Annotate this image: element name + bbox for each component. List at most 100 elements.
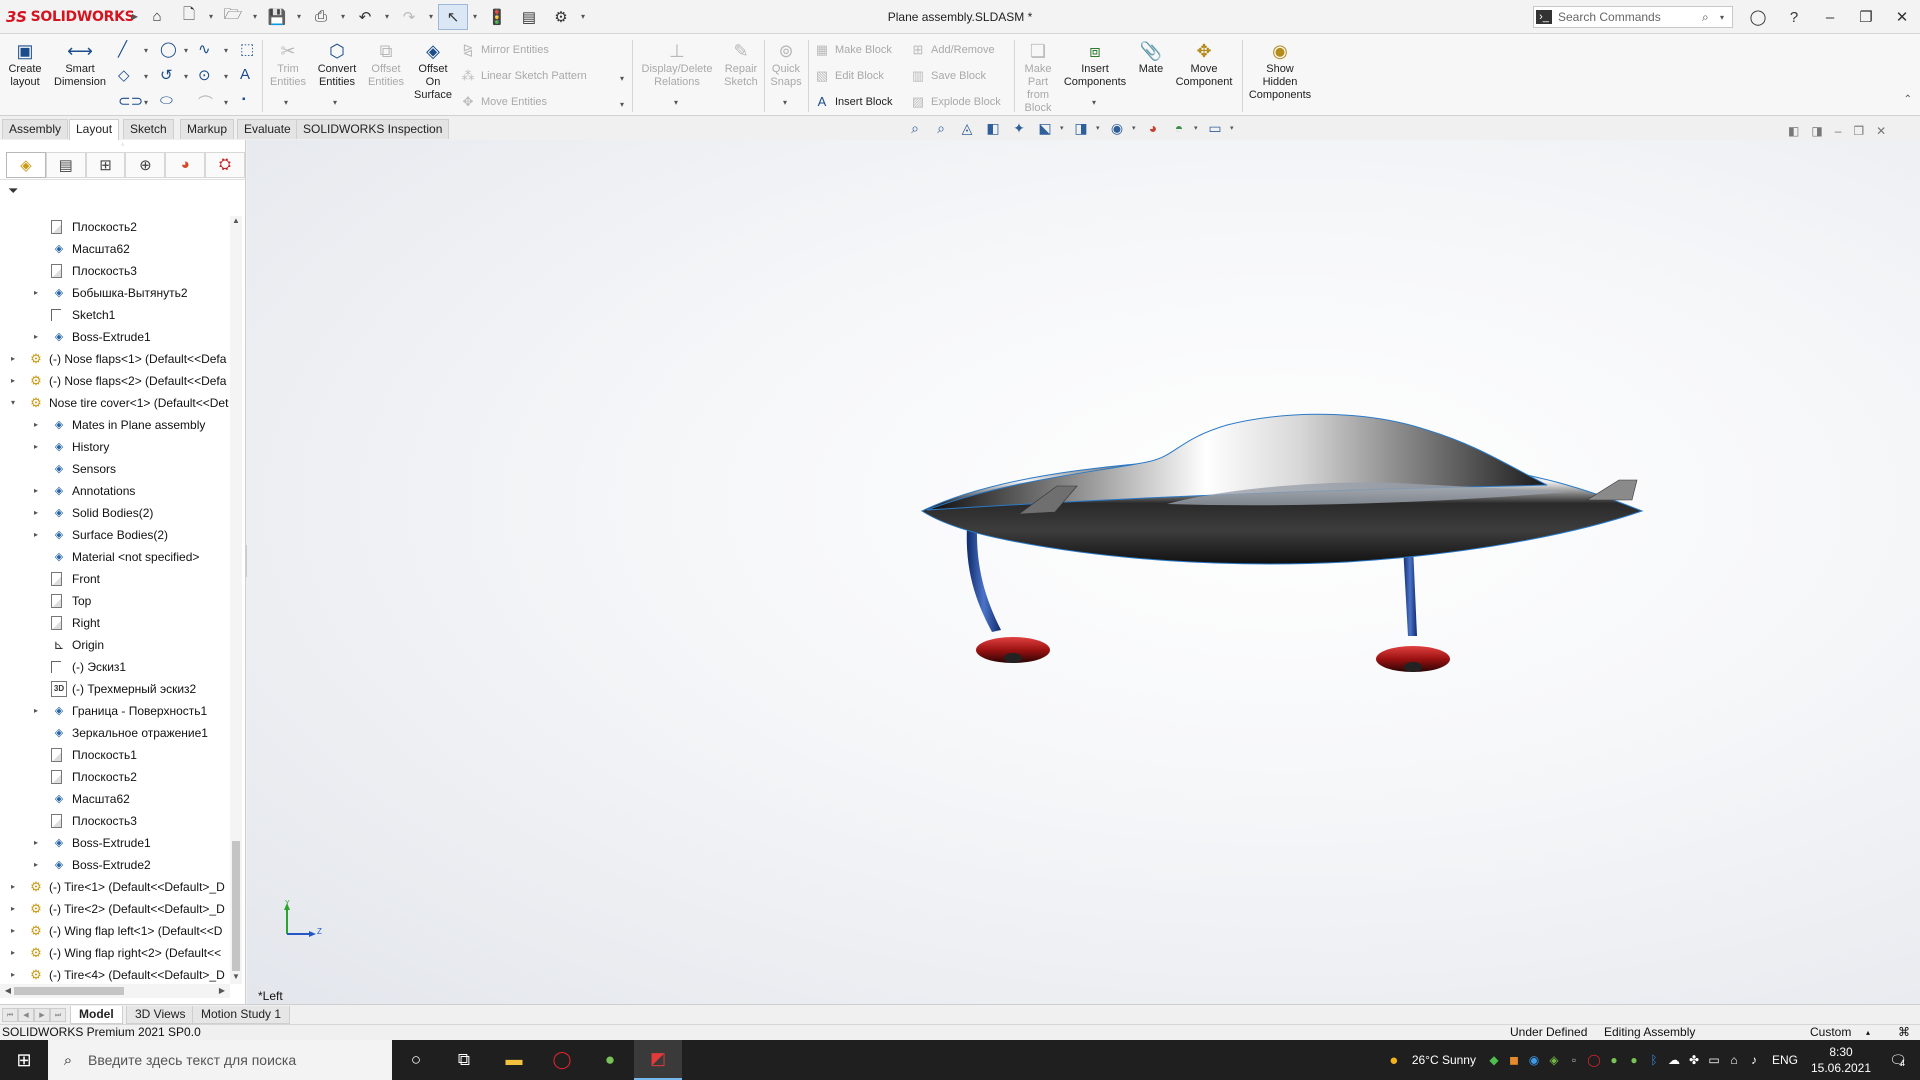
tree-item[interactable]: Плоскость2 bbox=[0, 766, 230, 788]
open-folder-icon[interactable]: 🗁 bbox=[218, 4, 248, 30]
last-tab-icon[interactable]: ⏭ bbox=[50, 1008, 66, 1022]
expand-arrow-icon[interactable]: ▸ bbox=[31, 832, 41, 854]
zoom-to-fit-icon[interactable]: ⌕ bbox=[904, 120, 926, 137]
tab-3d-views[interactable]: 3D Views bbox=[126, 1006, 195, 1024]
tree-item[interactable]: ▸ ◈ Mates in Plane assembly bbox=[0, 414, 230, 436]
view-settings-dropdown-icon[interactable]: ▾ bbox=[1230, 124, 1236, 132]
trim-dropdown-icon[interactable]: ▾ bbox=[284, 98, 288, 107]
undo-dropdown-icon[interactable]: ▾ bbox=[382, 4, 392, 30]
next-tab-icon[interactable]: ▶ bbox=[34, 1008, 50, 1022]
tree-item[interactable]: Плоскость3 bbox=[0, 260, 230, 282]
print-icon[interactable]: ⎙ bbox=[306, 4, 336, 30]
action-center-icon[interactable]: 🗨 4 bbox=[1876, 1052, 1920, 1069]
relations-dropdown-icon[interactable]: ▾ bbox=[674, 98, 678, 107]
undo-icon[interactable]: ↶ bbox=[350, 4, 380, 30]
tree-item[interactable]: ▸ ⚙ (-) Nose flaps<1> (Default<<Defa bbox=[0, 348, 230, 370]
expand-arrow-icon[interactable]: ▸ bbox=[31, 414, 41, 436]
tree-item[interactable]: Sketch1 bbox=[0, 304, 230, 326]
cortana-icon[interactable]: ○ bbox=[392, 1040, 440, 1080]
file-explorer-icon[interactable]: ▬ bbox=[490, 1040, 538, 1080]
save-dropdown-icon[interactable]: ▾ bbox=[294, 4, 304, 30]
tree-item[interactable]: ▸ ◈ Бобышка-Вытянуть2 bbox=[0, 282, 230, 304]
arc-icon[interactable]: ↺ bbox=[160, 66, 173, 84]
bluetooth-icon[interactable]: ᛒ bbox=[1644, 1053, 1664, 1067]
insert-components-button[interactable]: ⧈ Insert Components bbox=[1060, 40, 1130, 89]
redo-icon[interactable]: ↷ bbox=[394, 4, 424, 30]
spline-dropdown-icon[interactable]: ▾ bbox=[224, 46, 228, 55]
insert-block-button[interactable]: A Insert Block bbox=[814, 94, 893, 109]
help-icon[interactable]: ? bbox=[1776, 0, 1812, 34]
tab-markup[interactable]: Markup bbox=[180, 119, 235, 139]
save-block-button[interactable]: ▥ Save Block bbox=[910, 68, 986, 84]
solidworks-logo[interactable]: 3S SOLIDWORKS bbox=[0, 8, 135, 26]
insert-components-dropdown-icon[interactable]: ▾ bbox=[1092, 98, 1096, 107]
expand-arrow-icon[interactable]: ▸ bbox=[31, 524, 41, 546]
tray-app-icon[interactable]: ◆ bbox=[1484, 1053, 1504, 1067]
new-document-icon[interactable]: 🗋 bbox=[174, 4, 204, 30]
rebuild-traffic-light-icon[interactable]: 🚦 bbox=[482, 4, 512, 30]
search-dropdown-icon[interactable]: ▾ bbox=[1720, 13, 1732, 22]
convert-entities-button[interactable]: ⬡ Convert Entities bbox=[312, 40, 362, 89]
expand-arrow-icon[interactable]: ▸ bbox=[31, 854, 41, 876]
status-help-icon[interactable]: ⌘ bbox=[1898, 1025, 1910, 1040]
tab-assembly[interactable]: Assembly bbox=[2, 119, 69, 139]
tab-motion-study[interactable]: Motion Study 1 bbox=[192, 1006, 291, 1024]
select-cursor-icon[interactable]: ↖ bbox=[438, 3, 468, 30]
polygon-icon[interactable]: ⊙ bbox=[198, 66, 211, 84]
mate-button[interactable]: 📎 Mate bbox=[1134, 40, 1168, 76]
tree-item[interactable]: ▸ ◈ Boss-Extrude1 bbox=[0, 326, 230, 348]
tree-item[interactable]: Плоскость3 bbox=[0, 810, 230, 832]
text-icon[interactable]: A bbox=[240, 66, 250, 83]
weather-sun-icon[interactable]: ● bbox=[1384, 1052, 1404, 1069]
taskbar-clock[interactable]: 8:30 15.06.2021 bbox=[1806, 1044, 1876, 1076]
tray-network-tool-icon[interactable]: ◉ bbox=[1524, 1053, 1544, 1067]
hide-show-items-icon[interactable]: ◉ bbox=[1106, 120, 1128, 137]
volume-icon[interactable]: ♪ bbox=[1744, 1053, 1764, 1067]
network-icon[interactable]: ⌂ bbox=[1724, 1053, 1744, 1067]
tray-utorrent2-icon[interactable]: ● bbox=[1624, 1053, 1644, 1067]
offset-on-surface-button[interactable]: ◈ Offset On Surface bbox=[410, 40, 456, 102]
rectangle-dropdown-icon[interactable]: ▾ bbox=[144, 72, 148, 81]
tab-sketch[interactable]: Sketch bbox=[123, 119, 174, 139]
tree-item[interactable]: ▸ ◈ Boss-Extrude1 bbox=[0, 832, 230, 854]
point-grid-icon[interactable]: ⬚ bbox=[240, 40, 254, 58]
scroll-left-icon[interactable]: ◀ bbox=[2, 984, 14, 998]
minimize-button[interactable]: – bbox=[1812, 0, 1848, 34]
pattern-dropdown-icon[interactable]: ▾ bbox=[620, 74, 624, 83]
tray-misc-icon[interactable]: ▫ bbox=[1564, 1053, 1584, 1067]
tree-item[interactable]: ◈ Масшта62 bbox=[0, 238, 230, 260]
linear-sketch-pattern-button[interactable]: ⁂ Linear Sketch Pattern bbox=[460, 68, 587, 84]
tray-nvidia-icon[interactable]: ◈ bbox=[1544, 1053, 1564, 1067]
display-delete-relations-button[interactable]: ⊥ Display/Delete Relations bbox=[636, 40, 718, 89]
view-orientation-dropdown-icon[interactable]: ▾ bbox=[1060, 124, 1066, 132]
tree-item[interactable]: Плоскость1 bbox=[0, 744, 230, 766]
tile-left-icon[interactable]: ◧ bbox=[1788, 124, 1799, 138]
move-component-button[interactable]: ✥ Move Component bbox=[1170, 40, 1238, 89]
expand-arrow-icon[interactable]: ▸ bbox=[31, 502, 41, 524]
search-icon[interactable]: ⌕ bbox=[1702, 10, 1720, 25]
new-dropdown-icon[interactable]: ▾ bbox=[206, 4, 216, 30]
redo-dropdown-icon[interactable]: ▾ bbox=[426, 4, 436, 30]
expand-arrow-icon[interactable]: ▸ bbox=[8, 348, 18, 370]
panel-grip[interactable]: ◦ bbox=[0, 140, 245, 150]
print-dropdown-icon[interactable]: ▾ bbox=[338, 4, 348, 30]
tree-item[interactable]: Плоскость2 bbox=[0, 216, 230, 238]
expand-arrow-icon[interactable]: ▸ bbox=[8, 898, 18, 920]
solidworks-taskbar-icon[interactable]: ◩ bbox=[634, 1040, 682, 1080]
tree-item[interactable]: ▸ ⚙ (-) Tire<2> (Default<<Default>_D bbox=[0, 898, 230, 920]
viewport-restore-icon[interactable]: ❐ bbox=[1853, 124, 1864, 138]
collapse-ribbon-icon[interactable]: ⌃ bbox=[1904, 94, 1912, 105]
display-manager-tab-icon[interactable]: ◕ bbox=[165, 151, 206, 178]
snaps-dropdown-icon[interactable]: ▾ bbox=[783, 98, 787, 107]
taskbar-search-box[interactable]: ⌕ Введите здесь текст для поиска bbox=[48, 1040, 392, 1080]
restore-button[interactable]: ❐ bbox=[1848, 0, 1884, 34]
create-layout-button[interactable]: ▣ Create layout bbox=[4, 40, 46, 89]
configuration-manager-tab-icon[interactable]: ⊞ bbox=[85, 151, 126, 178]
opera-browser-icon[interactable]: ◯ bbox=[538, 1040, 586, 1080]
filter-icon[interactable]: ⏷ bbox=[0, 180, 245, 202]
tree-item[interactable]: ◈ Масшта62 bbox=[0, 788, 230, 810]
tree-item[interactable]: ▸ ◈ Surface Bodies(2) bbox=[0, 524, 230, 546]
onedrive-cloud-icon[interactable]: ☁ bbox=[1664, 1053, 1684, 1067]
circle-icon[interactable]: ◯ bbox=[160, 40, 177, 58]
collapse-arrow-icon[interactable]: ▾ bbox=[8, 392, 18, 414]
